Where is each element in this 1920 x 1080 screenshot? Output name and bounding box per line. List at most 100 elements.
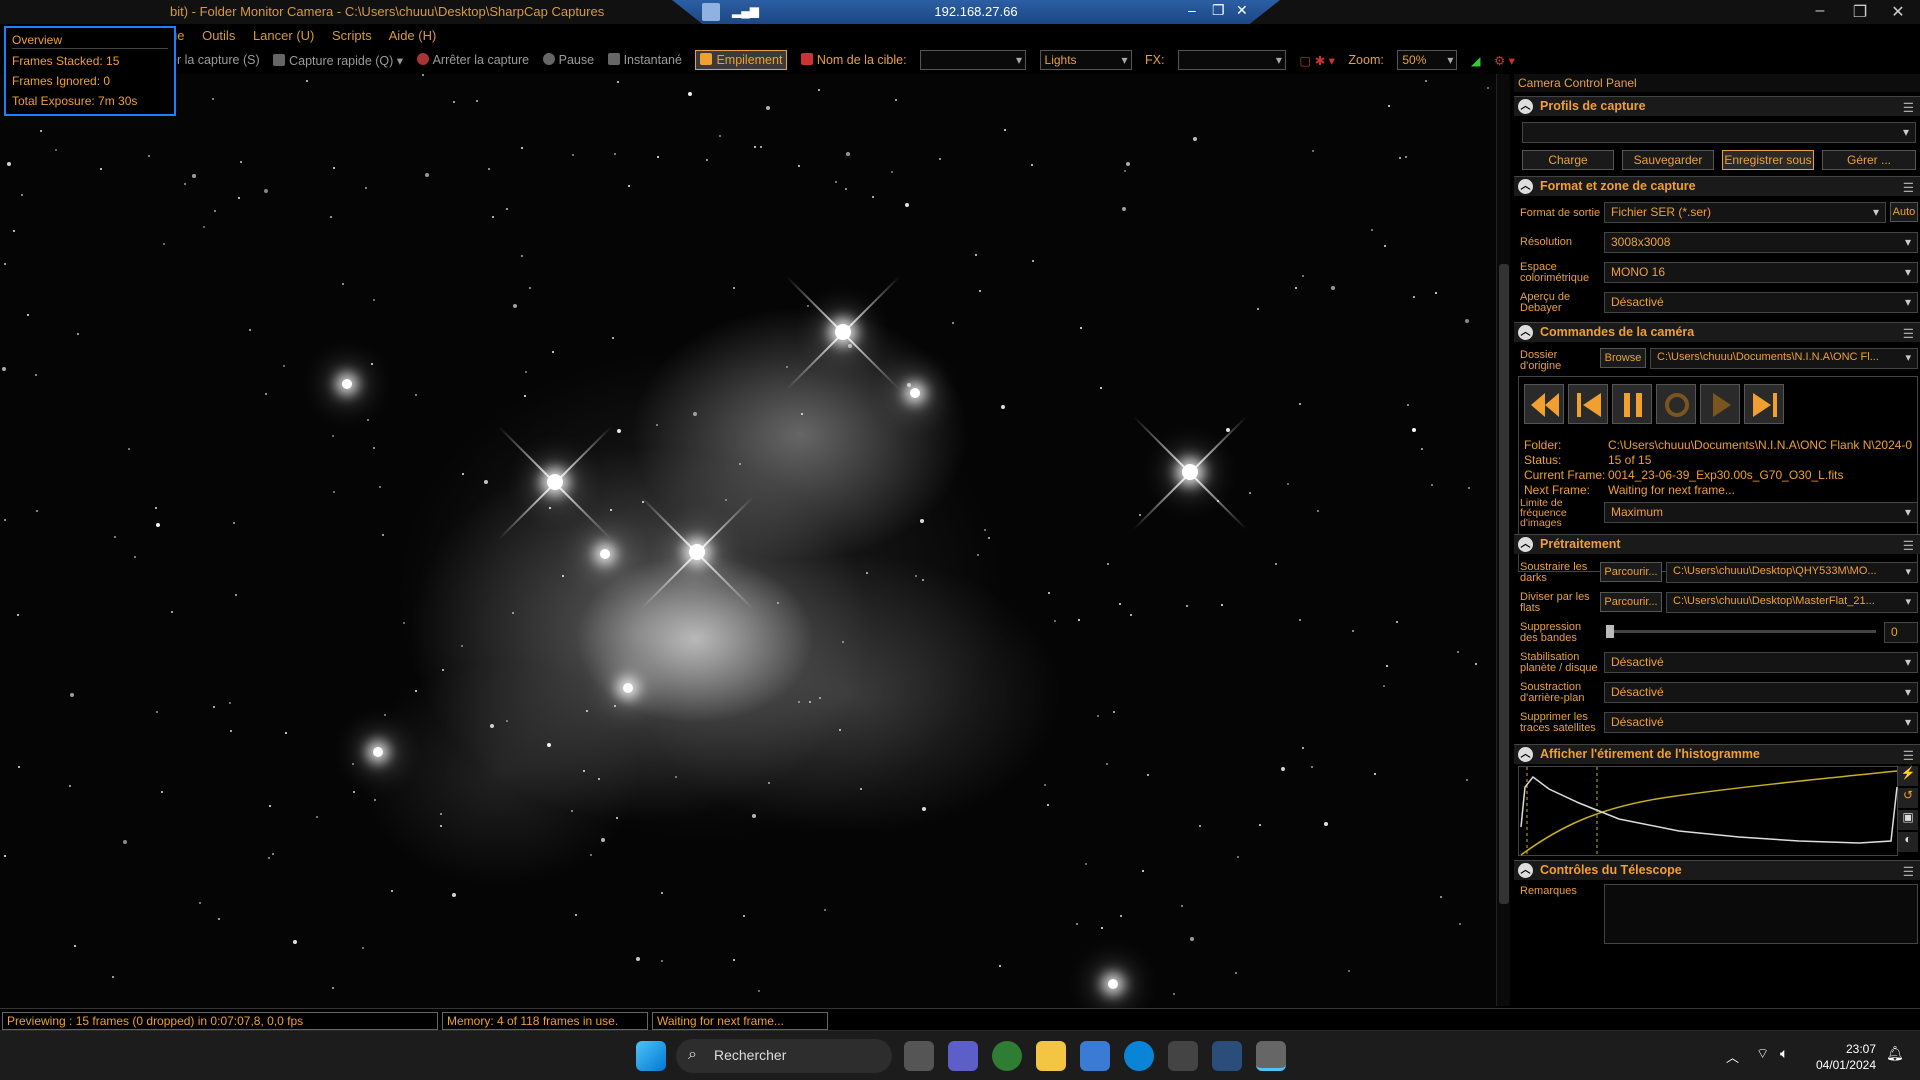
- refresh-icon[interactable]: [1656, 384, 1696, 424]
- histogram-icon[interactable]: ◢: [1471, 53, 1481, 68]
- scrollbar-thumb[interactable]: [1499, 264, 1509, 904]
- resolution-select[interactable]: 3008x3008: [1604, 232, 1918, 253]
- chevron-up-icon[interactable]: ︿: [1518, 179, 1533, 194]
- chevron-up-icon[interactable]: ︿: [1518, 99, 1533, 114]
- pause-button[interactable]: Pause: [542, 53, 594, 67]
- reset-icon[interactable]: ↺: [1898, 788, 1918, 808]
- start-icon[interactable]: [636, 1041, 666, 1071]
- store-icon[interactable]: [1080, 1041, 1110, 1071]
- menu-icon[interactable]: ☰: [1903, 538, 1914, 553]
- teams-icon[interactable]: [948, 1041, 978, 1071]
- save-icon[interactable]: ▣: [1898, 810, 1918, 830]
- load-profile-button[interactable]: Charge: [1522, 150, 1614, 170]
- auto-button[interactable]: Auto: [1890, 202, 1918, 222]
- quick-capture-button[interactable]: Capture rapide (Q) ▾: [273, 53, 403, 68]
- play-icon[interactable]: [1700, 384, 1740, 424]
- fx-select[interactable]: [1177, 50, 1286, 70]
- star: [1173, 993, 1175, 995]
- histogram-header[interactable]: ︿ Afficher l'étirement de l'histogramme ☰: [1514, 744, 1920, 764]
- histogram-chart[interactable]: [1518, 766, 1898, 857]
- wifi-icon[interactable]: ⌔: [1756, 1045, 1769, 1063]
- manage-profiles-button[interactable]: Gérer ...: [1822, 150, 1916, 170]
- save-as-profile-button[interactable]: Enregistrer sous: [1722, 150, 1814, 170]
- chevron-up-icon[interactable]: ︿: [1518, 325, 1533, 340]
- menu-icon[interactable]: ☰: [1903, 180, 1914, 195]
- close-button[interactable]: ✕: [1878, 2, 1918, 22]
- first-frame-icon[interactable]: [1568, 384, 1608, 424]
- settings-icon[interactable]: ⚙ ▾: [1494, 53, 1515, 68]
- last-frame-icon[interactable]: [1744, 384, 1784, 424]
- menu-icon[interactable]: ☰: [1903, 100, 1914, 115]
- menu-scripts[interactable]: Scripts: [332, 28, 372, 43]
- live-preview-image[interactable]: [0, 74, 1496, 1008]
- folder-label: Folder:: [1524, 438, 1562, 452]
- volume-icon[interactable]: 🔈︎: [1780, 1045, 1788, 1062]
- minimize-button[interactable]: –: [1800, 2, 1840, 20]
- reticle-icon[interactable]: ▢ ✱ ▾: [1299, 53, 1335, 68]
- target-name-select[interactable]: [920, 50, 1027, 70]
- frame-type-select[interactable]: Lights: [1039, 50, 1132, 70]
- menu-icon[interactable]: ☰: [1903, 326, 1914, 341]
- output-format-select[interactable]: Fichier SER (*.ser): [1604, 202, 1886, 223]
- slider-handle[interactable]: [1606, 625, 1614, 638]
- start-capture-button[interactable]: er la capture (S): [170, 53, 260, 67]
- remote-minimize-button[interactable]: –: [1188, 2, 1196, 18]
- file-explorer-icon[interactable]: [1036, 1041, 1066, 1071]
- remote-close-button[interactable]: ✕: [1236, 2, 1248, 19]
- restore-button[interactable]: ❐: [1840, 2, 1880, 22]
- search-box[interactable]: ⌕ Rechercher: [676, 1039, 892, 1073]
- nina-icon[interactable]: [1168, 1041, 1198, 1071]
- edge-icon[interactable]: [1124, 1041, 1154, 1071]
- sharpcap-icon[interactable]: [1256, 1041, 1286, 1071]
- profile-select[interactable]: [1522, 122, 1916, 143]
- darks-browse-button[interactable]: Parcourir...: [1600, 562, 1662, 582]
- pause-icon[interactable]: [1612, 384, 1652, 424]
- color-space-select[interactable]: MONO 16: [1604, 262, 1918, 283]
- preprocessing-header[interactable]: ︿ Prétraitement ☰: [1514, 534, 1920, 554]
- app-green-icon[interactable]: [992, 1041, 1022, 1071]
- zoom-select[interactable]: 50%: [1397, 50, 1458, 70]
- darks-select[interactable]: C:\Users\chuuu\Desktop\QHY533M\MO...: [1666, 562, 1918, 583]
- menu-help[interactable]: Aide (H): [389, 28, 437, 43]
- telescope-header[interactable]: ︿ Contrôles du Télescope ☰: [1514, 860, 1920, 880]
- notes-textarea[interactable]: [1604, 884, 1918, 944]
- chevron-up-icon[interactable]: ︿: [1518, 537, 1533, 552]
- star: [488, 168, 490, 170]
- snapshot-button[interactable]: Instantané: [607, 53, 682, 67]
- camera-controls-header[interactable]: ︿ Commandes de la caméra ☰: [1514, 322, 1920, 342]
- chevron-up-icon[interactable]: ︿: [1518, 863, 1533, 878]
- rewind-icon[interactable]: [1524, 384, 1564, 424]
- menu-icon[interactable]: ☰: [1903, 748, 1914, 763]
- lightning-icon[interactable]: ⚡: [1898, 766, 1918, 786]
- contrast-icon[interactable]: ◐: [1898, 832, 1918, 852]
- flats-select[interactable]: C:\Users\chuuu\Desktop\MasterFlat_21...: [1666, 592, 1918, 613]
- star: [614, 153, 616, 155]
- clock[interactable]: 23:07 04/01/2024: [1816, 1041, 1876, 1073]
- star: [148, 155, 150, 157]
- chevron-up-icon[interactable]: ︿: [1726, 1047, 1739, 1066]
- phd-icon[interactable]: [1212, 1041, 1242, 1071]
- stacking-button[interactable]: Empilement: [695, 50, 788, 70]
- flats-browse-button[interactable]: Parcourir...: [1600, 592, 1662, 612]
- menu-tools[interactable]: Outils: [202, 28, 235, 43]
- menu-run[interactable]: Lancer (U): [253, 28, 314, 43]
- save-profile-button[interactable]: Sauvegarder: [1622, 150, 1714, 170]
- stop-capture-button[interactable]: Arrêter la capture: [416, 53, 529, 67]
- menu-icon[interactable]: ☰: [1903, 864, 1914, 879]
- format-header[interactable]: ︿ Format et zone de capture ☰: [1514, 176, 1920, 196]
- notification-icon[interactable]: 🔔︎: [1886, 1045, 1904, 1062]
- browse-folder-button[interactable]: Browse: [1600, 348, 1646, 368]
- task-view-icon[interactable]: [904, 1041, 934, 1071]
- preview-scrollbar[interactable]: [1496, 74, 1510, 1006]
- profiles-header[interactable]: ︿ Profils de capture ☰: [1514, 96, 1920, 116]
- banding-value[interactable]: 0: [1884, 622, 1918, 643]
- remote-restore-button[interactable]: ❐: [1212, 2, 1225, 19]
- satellite-select[interactable]: Désactivé: [1604, 712, 1918, 733]
- fps-limit-select[interactable]: Maximum: [1604, 502, 1918, 523]
- debayer-select[interactable]: Désactivé: [1604, 292, 1918, 313]
- chevron-up-icon[interactable]: ︿: [1518, 747, 1533, 762]
- stabilization-select[interactable]: Désactivé: [1604, 652, 1918, 673]
- banding-slider[interactable]: [1606, 625, 1876, 638]
- background-select[interactable]: Désactivé: [1604, 682, 1918, 703]
- source-folder-select[interactable]: C:\Users\chuuu\Documents\N.I.N.A\ONC Fl.…: [1650, 348, 1918, 369]
